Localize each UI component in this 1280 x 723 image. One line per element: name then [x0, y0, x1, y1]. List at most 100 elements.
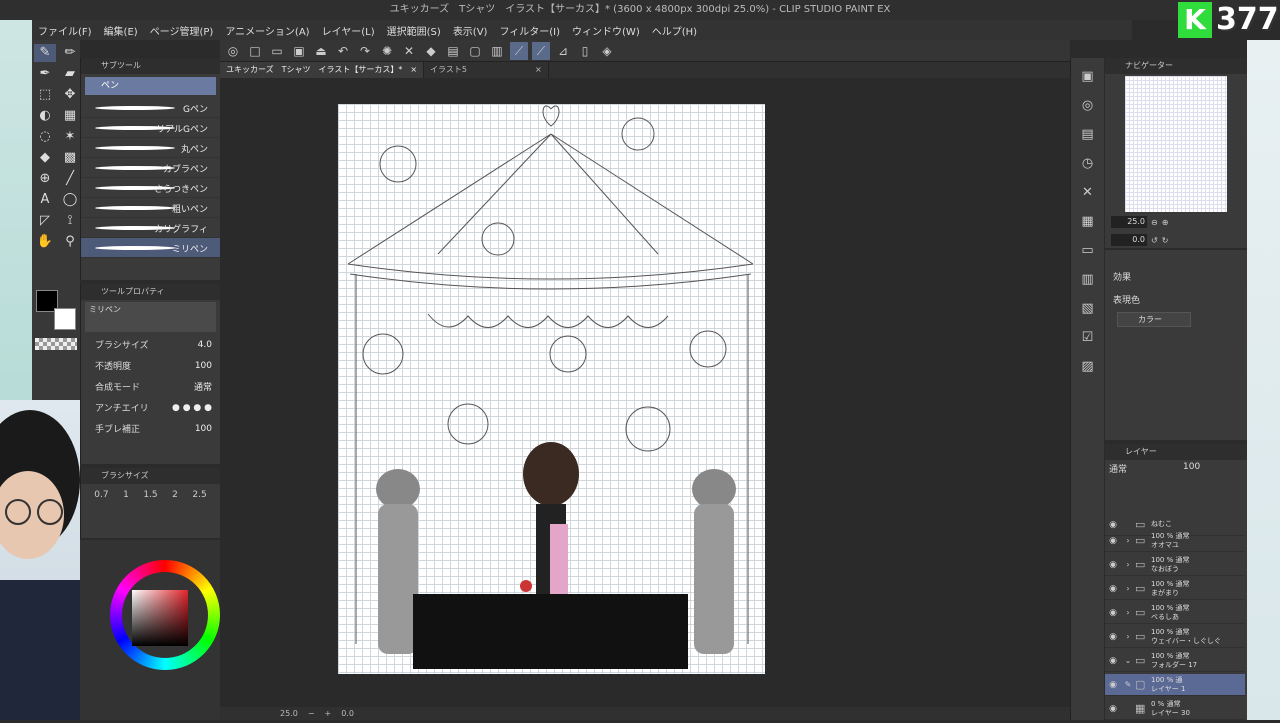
snap-grid-icon[interactable]: ⊿ [554, 42, 572, 60]
status-zoom[interactable]: 25.0 [280, 709, 298, 718]
app-icon[interactable]: ◎ [224, 42, 242, 60]
open-file-icon[interactable]: ▭ [268, 42, 286, 60]
frame-tool-icon[interactable]: ◸ [34, 212, 56, 230]
layer-prop-icon[interactable]: ▤ [1078, 125, 1098, 145]
folder-icon[interactable]: ▭ [1078, 241, 1098, 261]
subtool-tab-pen[interactable]: ペン [85, 77, 216, 95]
menu-page[interactable]: ページ管理(P) [144, 23, 220, 38]
layer-opacity[interactable]: 100 [1183, 462, 1200, 475]
loading-icon[interactable]: ✺ [378, 42, 396, 60]
size-option[interactable]: 0.7 [94, 490, 108, 500]
undo-icon[interactable]: ↶ [334, 42, 352, 60]
layer-row[interactable]: ◉ ▦ 0 % 通常 レイヤー 30 [1105, 698, 1245, 720]
tab-document[interactable]: イラスト5 × [424, 62, 549, 78]
brush-item[interactable]: 丸ペン [81, 138, 220, 158]
close-panel-icon[interactable]: ✕ [1078, 183, 1098, 203]
zoom-in-icon[interactable]: + [325, 709, 332, 718]
menu-selection[interactable]: 選択範囲(S) [381, 23, 447, 38]
layer-row[interactable]: ◉ › ▭ 100 % 通常 なおぼう [1105, 554, 1245, 576]
fill-tool-icon[interactable]: ◆ [34, 149, 56, 167]
prop-blend-mode[interactable]: 合成モード 通常 [81, 376, 220, 397]
menu-window[interactable]: ウィンドウ(W) [566, 23, 646, 38]
layer-row[interactable]: ◉ › ▭ 100 % 通常 べるしあ [1105, 602, 1245, 624]
brush-tool-icon[interactable]: ✒ [34, 65, 56, 83]
navigator-thumbnail[interactable] [1125, 76, 1227, 212]
layer-blend-select[interactable]: 通常 [1109, 462, 1127, 475]
navigator-icon[interactable]: ▣ [1078, 67, 1098, 87]
prop-stabilization[interactable]: 手ブレ補正 100 [81, 418, 220, 439]
menu-filter[interactable]: フィルター(I) [493, 23, 566, 38]
menu-view[interactable]: 表示(V) [447, 23, 494, 38]
prop-antialias[interactable]: アンチエイリ ● ● ● ● [81, 397, 220, 418]
save-icon[interactable]: ▣ [290, 42, 308, 60]
export-icon[interactable]: ⏏ [312, 42, 330, 60]
zoom-out-icon[interactable]: ⊖ [1151, 218, 1158, 227]
search-icon[interactable]: ◎ [1078, 96, 1098, 116]
brush-item[interactable]: Gペン [81, 98, 220, 118]
magic-wand-icon[interactable]: ✶ [59, 128, 81, 146]
eraser-tool-icon[interactable]: ▰ [59, 65, 81, 83]
line-tool-icon[interactable]: ╱ [59, 170, 81, 188]
blend-tool-icon[interactable]: ◐ [34, 107, 56, 125]
invert-icon[interactable]: ▥ [488, 42, 506, 60]
layer-row-selected[interactable]: ◉ ✎ ▢ 100 % 通レイヤー 1 [1105, 674, 1245, 696]
eyedropper-icon[interactable]: ⚲ [59, 233, 81, 251]
layer-row[interactable]: ◉ › ▭ 100 % 通常 まがまり [1105, 578, 1245, 600]
pencil-tool-icon[interactable]: ✏ [59, 44, 81, 62]
fill-icon[interactable]: ◆ [422, 42, 440, 60]
expression-color-select[interactable]: カラー [1117, 312, 1191, 327]
brush-item-selected[interactable]: ミリペン [81, 238, 220, 258]
item-bank-icon[interactable]: ▨ [1078, 357, 1098, 377]
rotate-left-icon[interactable]: ↺ [1151, 236, 1158, 245]
transform-icon[interactable]: ▤ [444, 42, 462, 60]
balloon-tool-icon[interactable]: ◯ [59, 191, 81, 209]
lasso-tool-icon[interactable]: ◌ [34, 128, 56, 146]
rotate-right-icon[interactable]: ↻ [1162, 236, 1169, 245]
redo-icon[interactable]: ↷ [356, 42, 374, 60]
brush-item[interactable]: 粗いペン [81, 198, 220, 218]
timeline-icon[interactable]: ▧ [1078, 299, 1098, 319]
layer-row[interactable]: ◉ ⌄ ▭ 100 % 通常 フォルダー 17 [1105, 650, 1245, 672]
menu-layer[interactable]: レイヤー(L) [316, 23, 381, 38]
prop-brush-size[interactable]: ブラシサイズ 4.0 [81, 334, 220, 355]
prop-opacity[interactable]: 不透明度 100 [81, 355, 220, 376]
new-file-icon[interactable]: □ [246, 42, 264, 60]
size-option[interactable]: 2.5 [192, 490, 206, 500]
background-color[interactable] [54, 308, 76, 330]
nav-zoom[interactable]: 25.0 [1111, 216, 1147, 228]
layer-row[interactable]: ◉ › ▭ 100 % 通常 ウェイバー・しぐしぐ [1105, 626, 1245, 648]
brush-item[interactable]: さらつきペン [81, 178, 220, 198]
menu-help[interactable]: ヘルプ(H) [646, 23, 703, 38]
deselect-icon[interactable]: ▢ [466, 42, 484, 60]
clear-icon[interactable]: ✕ [400, 42, 418, 60]
figure-tool-icon[interactable]: ▦ [59, 107, 81, 125]
brush-item[interactable]: カリグラフィ [81, 218, 220, 238]
snap-special-icon[interactable]: ⟋ [532, 41, 550, 60]
snap-ruler-icon[interactable]: ⟋ [510, 41, 528, 60]
zoom-tool-icon[interactable]: ⊕ [34, 170, 56, 188]
menu-file[interactable]: ファイル(F) [32, 23, 98, 38]
nav-angle[interactable]: 0.0 [1111, 234, 1147, 246]
pen-tool-icon[interactable]: ✎ [34, 44, 56, 62]
ruler-tool-icon[interactable]: ⟟ [59, 212, 81, 230]
brush-item[interactable]: リアルGペン [81, 118, 220, 138]
size-option[interactable]: 1.5 [143, 490, 157, 500]
catalog-icon[interactable]: ▥ [1078, 270, 1098, 290]
assets-icon[interactable]: ◈ [598, 42, 616, 60]
status-angle[interactable]: 0.0 [341, 709, 354, 718]
move-tool-icon[interactable]: ✥ [59, 86, 81, 104]
text-tool-icon[interactable]: A [34, 191, 56, 209]
menu-edit[interactable]: 編集(E) [98, 23, 144, 38]
drawing-canvas[interactable] [338, 104, 765, 674]
history-icon[interactable]: ◷ [1078, 154, 1098, 174]
select-tool-icon[interactable]: ⬚ [34, 86, 56, 104]
device-icon[interactable]: ▯ [576, 42, 594, 60]
zoom-in-icon[interactable]: ⊕ [1162, 218, 1169, 227]
brush-item[interactable]: カブラペン [81, 158, 220, 178]
tab-document[interactable]: ユキッカーズ Tシャツ イラスト【サーカス】* × [220, 62, 425, 78]
transparent-color[interactable] [35, 338, 77, 350]
checklist-icon[interactable]: ☑ [1078, 328, 1098, 348]
hand-tool-icon[interactable]: ✋ [34, 233, 56, 251]
zoom-out-icon[interactable]: − [308, 709, 315, 718]
material-icon[interactable]: ▦ [1078, 212, 1098, 232]
